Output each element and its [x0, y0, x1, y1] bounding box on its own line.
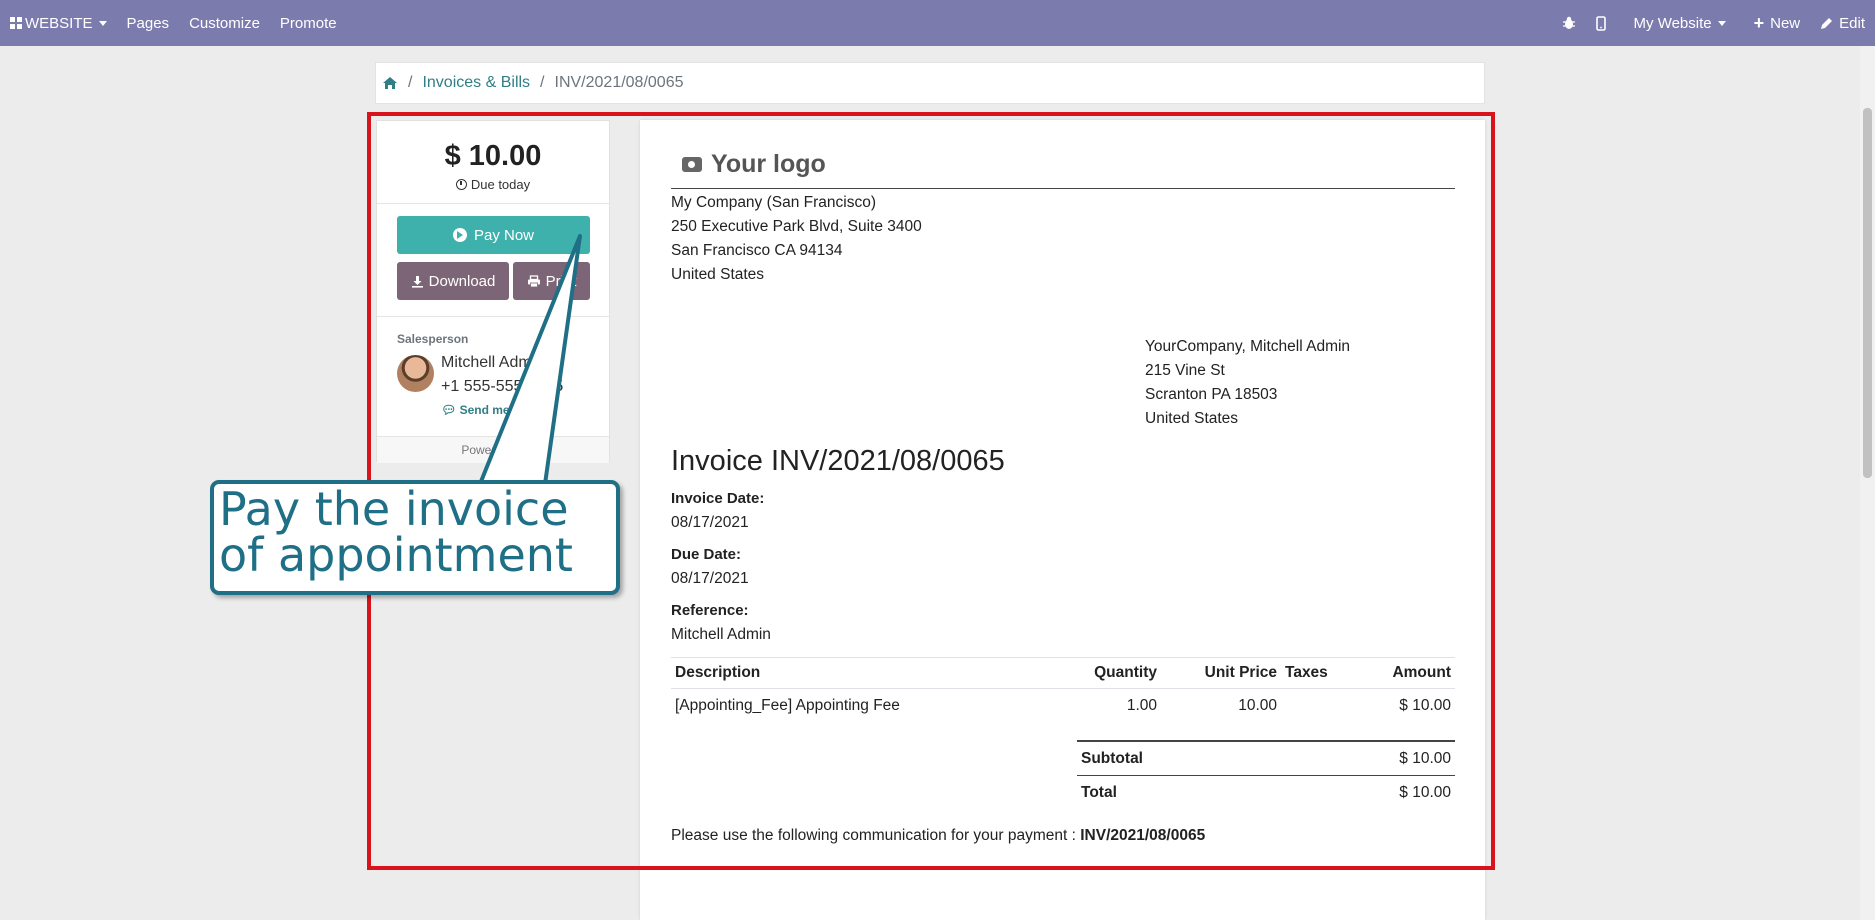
scrollbar-thumb[interactable] — [1863, 108, 1872, 478]
callout-text: Pay the invoice of appointment — [219, 482, 573, 582]
caret-down-icon — [98, 20, 107, 26]
mobile-icon — [1595, 15, 1606, 31]
edit-button[interactable]: Edit — [1810, 0, 1875, 46]
pencil-icon — [1821, 17, 1833, 29]
home-icon[interactable] — [382, 76, 398, 90]
bug-icon — [1562, 16, 1575, 29]
debug-button[interactable] — [1552, 0, 1586, 46]
apps-grid-icon — [10, 17, 22, 29]
breadcrumb-current: INV/2021/08/0065 — [554, 74, 684, 91]
mobile-preview-button[interactable] — [1586, 0, 1616, 46]
pages-menu[interactable]: Pages — [117, 0, 180, 46]
customize-menu[interactable]: Customize — [179, 0, 270, 46]
caret-down-icon — [1717, 20, 1726, 26]
my-website-dropdown[interactable]: My Website — [1624, 0, 1736, 46]
website-menu[interactable]: WEBSITE — [0, 0, 117, 46]
breadcrumb-invoices-link[interactable]: Invoices & Bills — [422, 74, 530, 92]
annotation-callout: Pay the invoice of appointment — [210, 480, 620, 595]
breadcrumb-separator: / — [540, 74, 545, 91]
promote-menu[interactable]: Promote — [270, 0, 347, 46]
breadcrumb-separator: / — [408, 74, 413, 91]
new-button[interactable]: + New — [1744, 0, 1811, 46]
website-menu-label: WEBSITE — [25, 14, 93, 32]
top-navbar: WEBSITE Pages Customize Promote My Websi… — [0, 0, 1875, 46]
new-label: New — [1770, 14, 1801, 32]
my-website-label: My Website — [1633, 14, 1712, 32]
edit-label: Edit — [1839, 14, 1865, 32]
plus-icon: + — [1753, 13, 1765, 33]
breadcrumb: / Invoices & Bills / INV/2021/08/0065 — [375, 62, 1485, 104]
